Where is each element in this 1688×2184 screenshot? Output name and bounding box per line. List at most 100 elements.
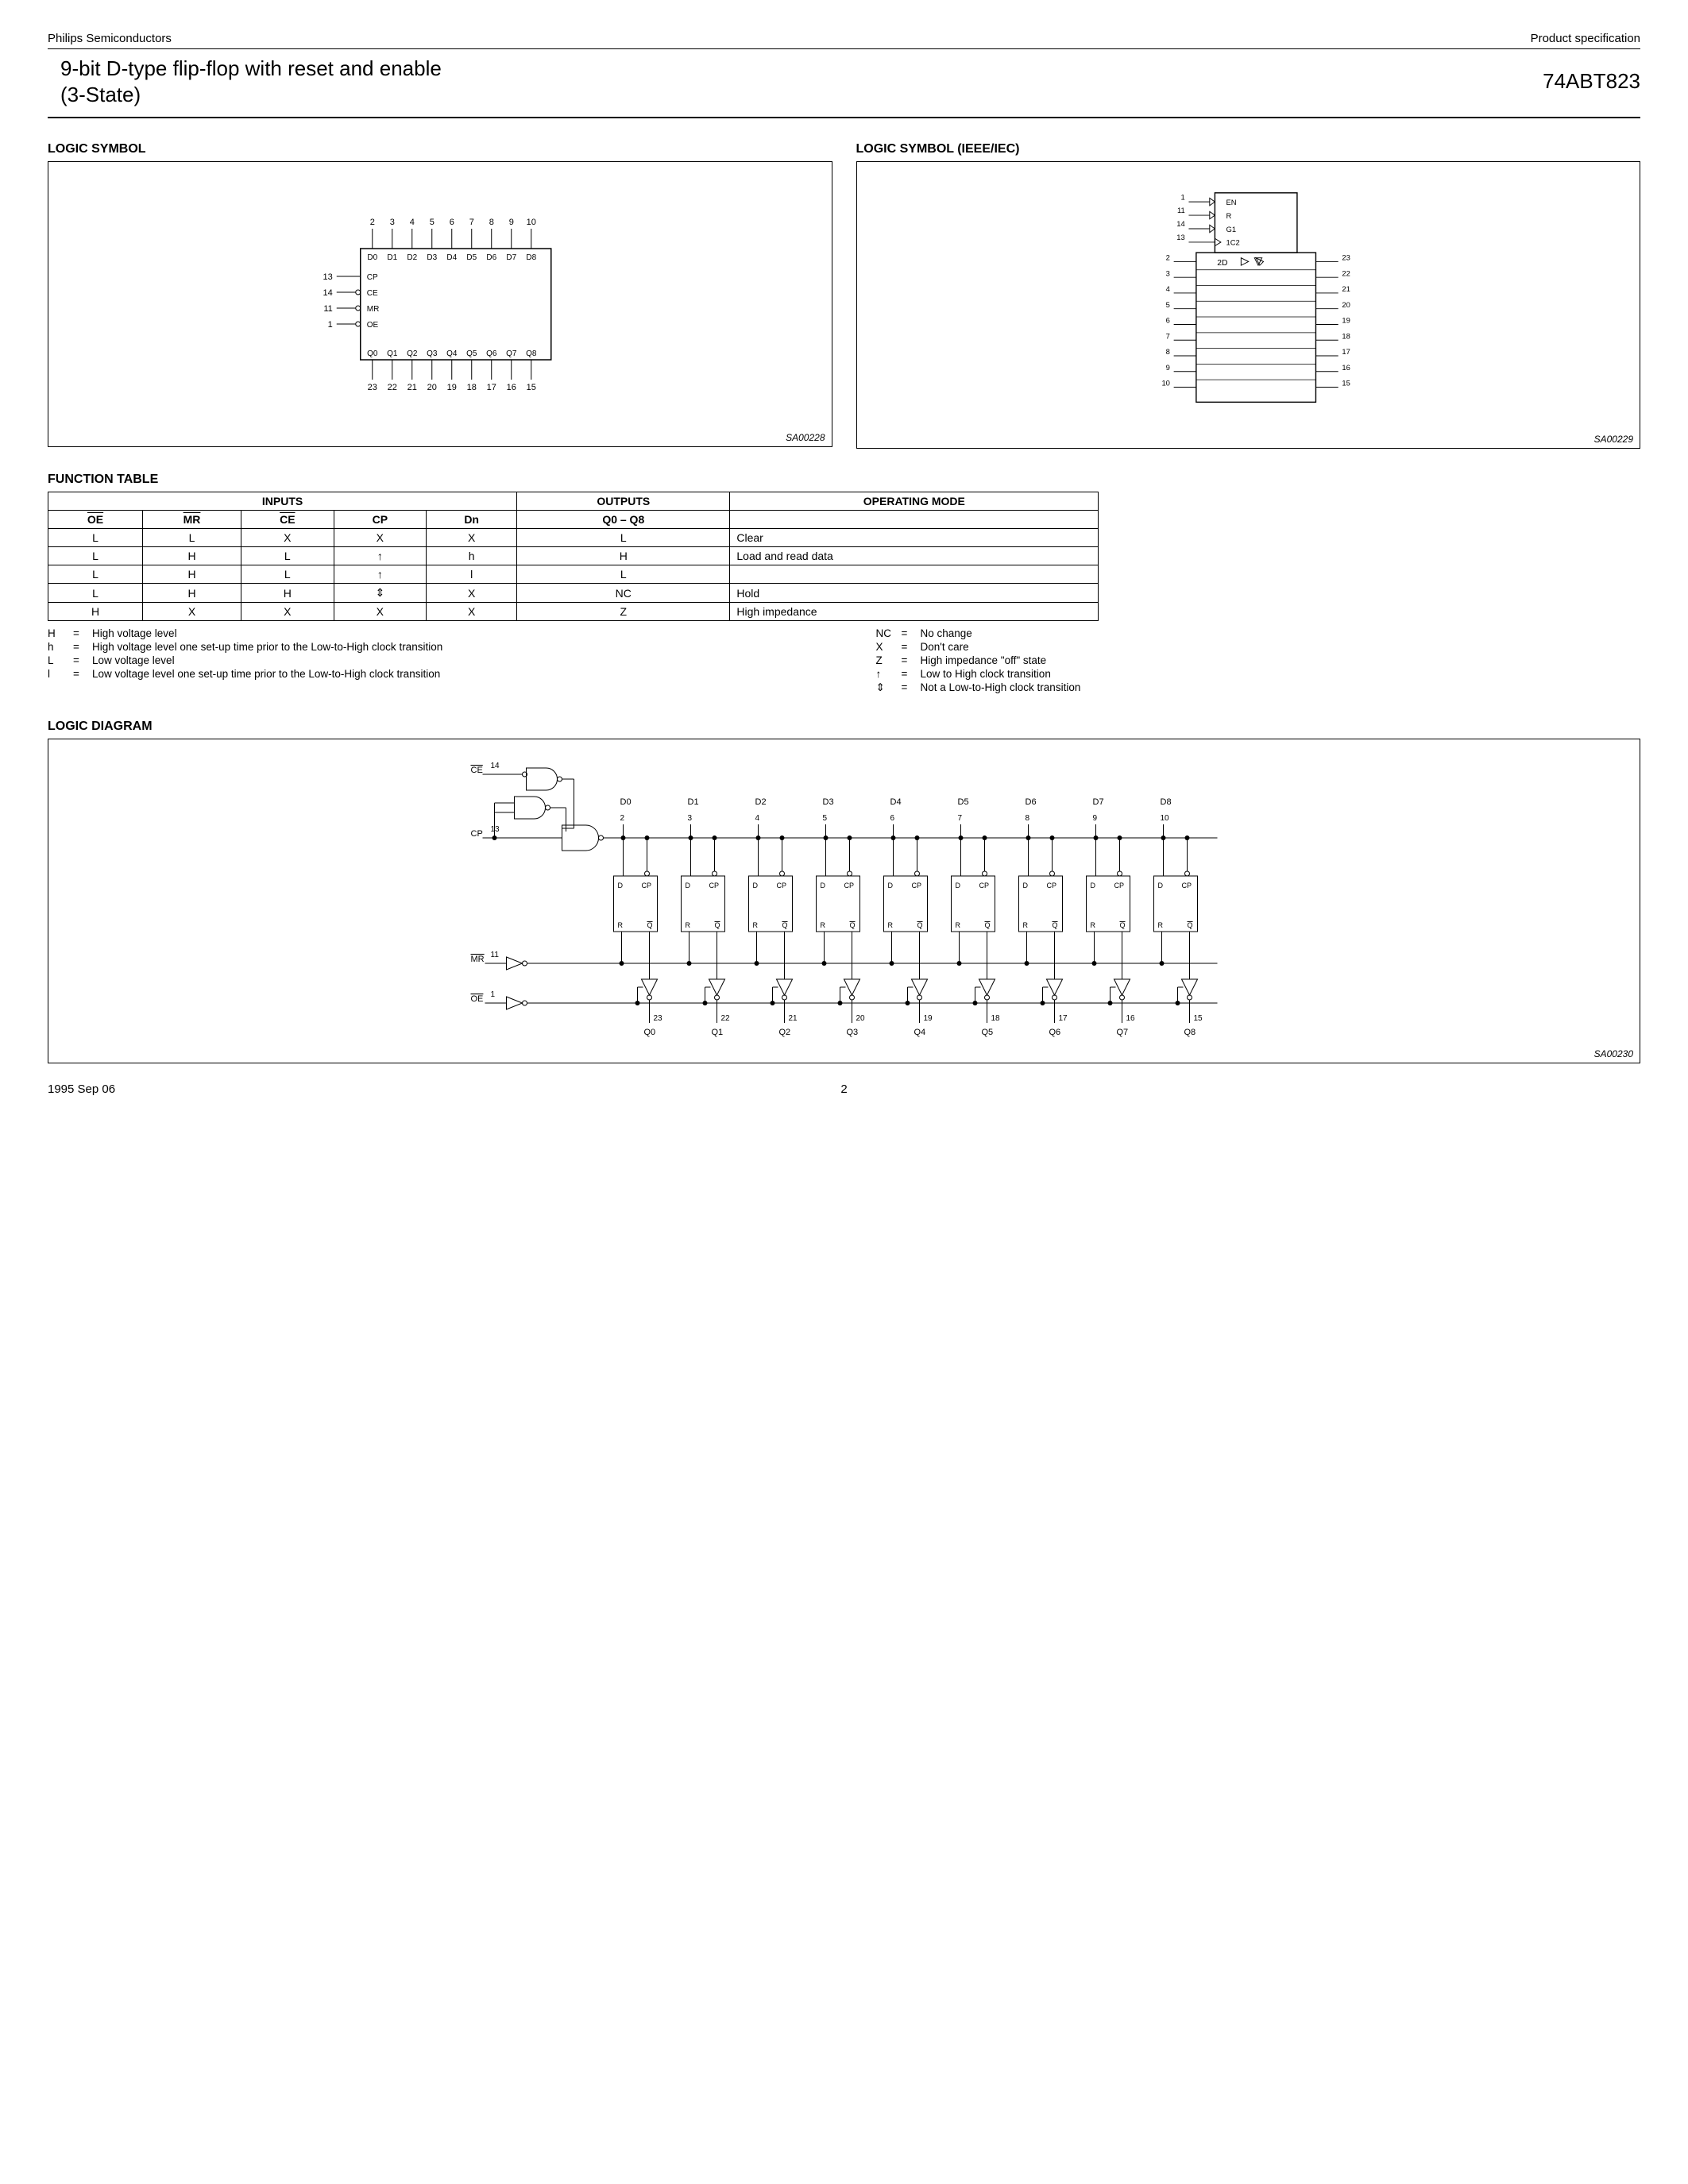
svg-text:18: 18 xyxy=(1342,331,1350,340)
svg-text:16: 16 xyxy=(1342,363,1350,372)
page-number: 2 xyxy=(840,1082,847,1096)
svg-text:11: 11 xyxy=(491,951,500,959)
page-footer: 1995 Sep 06 2 xyxy=(48,1082,1640,1096)
legend-row: l=Low voltage level one set-up time prio… xyxy=(48,668,813,680)
svg-text:1: 1 xyxy=(328,320,333,330)
svg-text:2: 2 xyxy=(370,218,375,227)
ieee-symbol-figure: 1EN11R14G1131C2 223322421520619718817916… xyxy=(856,161,1641,449)
svg-text:19: 19 xyxy=(924,1014,933,1023)
svg-text:D8: D8 xyxy=(1161,797,1172,807)
svg-text:17: 17 xyxy=(1342,347,1350,356)
svg-text:Q: Q xyxy=(647,921,653,929)
svg-text:EN: EN xyxy=(1226,198,1236,206)
svg-text:7: 7 xyxy=(1165,331,1169,340)
svg-text:11: 11 xyxy=(1176,206,1184,214)
svg-text:CP: CP xyxy=(844,882,855,889)
svg-text:14: 14 xyxy=(491,762,500,770)
vendor-name: Philips Semiconductors xyxy=(48,32,172,45)
svg-text:11: 11 xyxy=(323,304,332,314)
svg-text:D4: D4 xyxy=(446,253,457,262)
svg-text:10: 10 xyxy=(527,218,536,227)
svg-text:16: 16 xyxy=(507,383,516,392)
svg-text:R: R xyxy=(753,921,759,929)
page-header: Philips Semiconductors Product specifica… xyxy=(48,32,1640,49)
svg-text:D5: D5 xyxy=(466,253,477,262)
th-inputs: INPUTS xyxy=(48,492,517,511)
svg-text:5: 5 xyxy=(823,814,828,823)
legend-row: X=Don't care xyxy=(876,641,1641,653)
svg-text:5: 5 xyxy=(1165,300,1169,309)
svg-text:2: 2 xyxy=(620,814,625,823)
col-header: OE xyxy=(48,511,143,529)
svg-text:R: R xyxy=(821,921,826,929)
svg-text:8: 8 xyxy=(1026,814,1030,823)
svg-text:18: 18 xyxy=(991,1014,1001,1023)
svg-text:15: 15 xyxy=(527,383,536,392)
svg-text:R: R xyxy=(1226,211,1231,220)
svg-text:R: R xyxy=(1091,921,1096,929)
svg-text:R: R xyxy=(888,921,894,929)
svg-text:Q: Q xyxy=(715,921,720,929)
svg-text:CP: CP xyxy=(471,829,483,839)
svg-text:14: 14 xyxy=(1176,219,1184,228)
svg-text:CE: CE xyxy=(471,766,483,775)
svg-text:9: 9 xyxy=(509,218,514,227)
svg-text:19: 19 xyxy=(1342,316,1350,325)
svg-text:D: D xyxy=(618,882,624,889)
legend-row: H=High voltage level xyxy=(48,627,813,639)
svg-text:CP: CP xyxy=(367,273,378,282)
svg-text:D: D xyxy=(888,882,894,889)
svg-text:OE: OE xyxy=(367,321,379,330)
section-function-table: FUNCTION TABLE xyxy=(48,473,1640,487)
svg-text:Q5: Q5 xyxy=(466,349,477,358)
svg-text:17: 17 xyxy=(1059,1014,1068,1023)
svg-text:D0: D0 xyxy=(367,253,377,262)
col-header: MR xyxy=(143,511,241,529)
svg-text:4: 4 xyxy=(755,814,760,823)
svg-text:13: 13 xyxy=(491,825,500,834)
svg-text:Q: Q xyxy=(850,921,856,929)
svg-text:D: D xyxy=(1158,882,1164,889)
footer-date: 1995 Sep 06 xyxy=(48,1082,115,1096)
svg-text:6: 6 xyxy=(450,218,454,227)
col-header: Dn xyxy=(427,511,517,529)
section-logic-symbol: LOGIC SYMBOL xyxy=(48,142,832,156)
svg-text:Q8: Q8 xyxy=(1184,1028,1196,1037)
title-block: 9-bit D-type flip-flop with reset and en… xyxy=(48,49,1640,118)
svg-text:R: R xyxy=(956,921,961,929)
svg-text:9: 9 xyxy=(1165,363,1169,372)
legend-row: NC=No change xyxy=(876,627,1641,639)
svg-text:8: 8 xyxy=(1165,347,1169,356)
col-header: Q0 – Q8 xyxy=(517,511,730,529)
figure-id: SA00228 xyxy=(786,432,825,443)
svg-text:22: 22 xyxy=(1342,268,1350,277)
table-row: HXXXXZHigh impedance xyxy=(48,603,1099,621)
svg-text:MR: MR xyxy=(471,955,485,964)
svg-text:R: R xyxy=(1023,921,1029,929)
svg-text:Q3: Q3 xyxy=(847,1028,859,1037)
svg-text:20: 20 xyxy=(1342,300,1350,309)
section-logic-diagram: LOGIC DIAGRAM xyxy=(48,720,1640,734)
logic-diagram-figure: CE14CP13MR11OE1D02DCPRQ23Q0D13DCPRQ22Q1D… xyxy=(48,739,1640,1063)
logic-symbol-svg: 2D03D14D25D36D47D58D69D710D8 13CP14CE11M… xyxy=(64,185,816,423)
svg-text:D: D xyxy=(1091,882,1096,889)
table-row: LLXXXLClear xyxy=(48,529,1099,547)
svg-text:D3: D3 xyxy=(823,797,834,807)
svg-text:CP: CP xyxy=(709,882,720,889)
svg-text:D5: D5 xyxy=(958,797,969,807)
svg-text:CP: CP xyxy=(1182,882,1192,889)
svg-text:1: 1 xyxy=(491,990,496,999)
svg-text:CP: CP xyxy=(979,882,990,889)
svg-text:Q: Q xyxy=(917,921,923,929)
svg-text:13: 13 xyxy=(1176,233,1184,241)
svg-text:3: 3 xyxy=(390,218,395,227)
svg-text:7: 7 xyxy=(958,814,963,823)
svg-text:14: 14 xyxy=(323,288,333,298)
legend-row: h=High voltage level one set-up time pri… xyxy=(48,641,813,653)
logic-symbol-figure: 2D03D14D25D36D47D58D69D710D8 13CP14CE11M… xyxy=(48,161,832,447)
svg-text:Q8: Q8 xyxy=(526,349,537,358)
svg-text:D4: D4 xyxy=(890,797,902,807)
svg-text:4: 4 xyxy=(410,218,415,227)
svg-text:Q: Q xyxy=(1188,921,1193,929)
svg-text:Q7: Q7 xyxy=(506,349,517,358)
